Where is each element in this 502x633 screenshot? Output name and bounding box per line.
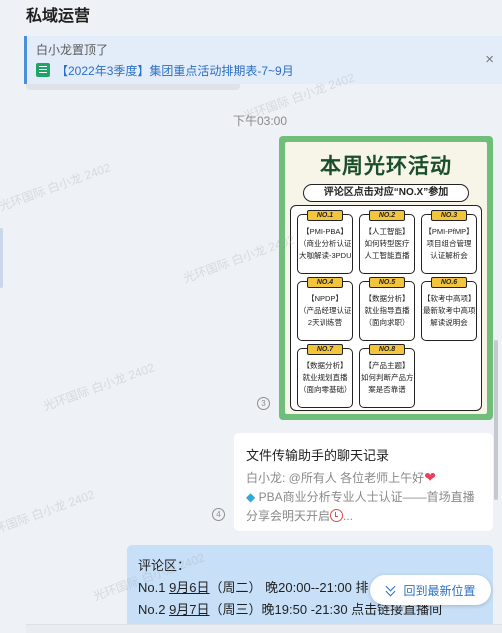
activity-number-tag: NO.7 — [307, 344, 343, 355]
input-area-edge — [26, 624, 502, 633]
activity-text-line: （面向求职） — [364, 318, 410, 327]
activity-text-line: 【数据分析】 — [302, 361, 348, 370]
activity-text-line: 案是否靠谱 — [368, 385, 406, 394]
activity-text-line: 如何转型医疗 — [364, 239, 410, 248]
comment-heading: 评论区： — [138, 558, 191, 573]
scrollbar-thumb[interactable] — [494, 340, 498, 500]
date-link[interactable]: 9月6日 — [169, 580, 209, 595]
reply-count-badge[interactable]: 4 — [212, 508, 225, 521]
activity-number-tag: NO.6 — [431, 277, 467, 288]
chat-title[interactable]: 私域运营 — [26, 2, 90, 26]
activity-text-line: （产品经理认证） — [299, 306, 351, 315]
activity-text-line: 最新软考中高项 — [423, 306, 475, 315]
diamond-icon: ◆ — [246, 490, 256, 504]
activity-text-line: 【人工智能】 — [364, 227, 410, 236]
poster-activity-item: NO.5 【数据分析】 就业指导直播 （面向求职） — [359, 277, 415, 341]
date-link[interactable]: 9月7日 — [169, 602, 209, 617]
activity-text-line: 解读说明会 — [430, 318, 468, 327]
message-timestamp: 下午03:00 — [232, 114, 288, 128]
activity-text-line: 【PMI-PBA】 — [302, 227, 348, 236]
activity-text-line: 就业指导直播 — [364, 306, 410, 315]
pinned-doc-row[interactable]: 【2022年3季度】集团重点活动排期表-7~9月 — [36, 61, 294, 79]
close-icon[interactable]: × — [485, 51, 494, 68]
activity-text-line: 人工智能直播 — [364, 251, 410, 260]
activity-text-line: 认证解析会 — [430, 251, 468, 260]
activity-poster: 本周光环活动 评论区点击对应“NO.X”参加 NO.1 【PMI-PBA】 （商业分… — [279, 136, 493, 420]
jump-to-latest-label: 回到最新位置 — [403, 583, 476, 598]
poster-activity-item: NO.8 【产品主题】 如何判断产品方 案是否靠谱 — [359, 344, 415, 408]
sidebar-edge — [0, 228, 3, 288]
pinned-by-label: 白小龙置顶了 — [36, 43, 109, 57]
poster-subtitle: 评论区点击对应“NO.X”参加 — [303, 184, 469, 202]
activity-text-line: 【NPDP】 — [307, 294, 343, 303]
poster-activity-item: NO.1 【PMI-PBA】 （商业分析认证） 大咖解读-3PDU — [297, 210, 353, 274]
watermark: 光环国际 白小龙 2402 — [0, 487, 97, 541]
watermark: 光环国际 白小龙 2402 — [41, 360, 157, 414]
alarm-clock-icon — [330, 509, 344, 522]
chat-history-card[interactable]: 文件传输助手的聊天记录 白小龙: @所有人 各位老师上午好❤ ◆ PBA商业分析… — [234, 433, 493, 531]
activity-text-line: 【软考中高项】 — [423, 294, 475, 303]
chat-header: 私域运营 — [0, 0, 502, 36]
comment-row: No.1 9月6日（周二） 晚20:00--21:00 排 — [138, 580, 369, 595]
activity-text-line: 【数据分析】 — [364, 294, 410, 303]
poster-activity-item: NO.7 【数据分析】 就业规划直播 （面向零基础） — [297, 344, 353, 408]
pinned-message-bar[interactable]: 白小龙置顶了 【2022年3季度】集团重点活动排期表-7~9月 × — [24, 36, 502, 84]
double-chevron-down-icon — [385, 584, 397, 596]
activity-text-line: 【PMI-PfMP】 — [424, 227, 474, 236]
activity-number-tag: NO.4 — [307, 277, 343, 288]
heart-icon: ❤ — [424, 469, 436, 485]
jump-to-latest-button[interactable]: 回到最新位置 — [370, 575, 491, 605]
image-message[interactable]: 本周光环活动 评论区点击对应“NO.X”参加 NO.1 【PMI-PBA】 （商业分… — [279, 136, 493, 420]
poster-activity-item: NO.2 【人工智能】 如何转型医疗 人工智能直播 — [359, 210, 415, 274]
activity-text-line: 2天训练营 — [307, 318, 343, 327]
activity-text-line: 大咖解读-3PDU — [299, 251, 351, 260]
card-preview-line: 白小龙: @所有人 各位老师上午好❤ — [246, 469, 436, 485]
activity-number-tag: NO.2 — [369, 210, 405, 221]
chat-window: 私域运营 白小龙置顶了 【2022年3季度】集团重点活动排期表-7~9月 × 下… — [0, 0, 502, 633]
card-title: 文件传输助手的聊天记录 — [246, 448, 390, 463]
activity-text-line: （商业分析认证） — [299, 239, 351, 248]
card-preview-line: 分享会明天开启... — [246, 509, 354, 523]
poster-title: 本周光环活动 — [320, 155, 452, 178]
pinned-doc-link[interactable]: 【2022年3季度】集团重点活动排期表-7~9月 — [56, 62, 294, 79]
card-preview-line: ◆ PBA商业分析专业人士认证——首场直播 — [246, 490, 475, 504]
activity-number-tag: NO.3 — [431, 210, 467, 221]
activity-text-line: 【产品主题】 — [364, 361, 410, 370]
activity-number-tag: NO.8 — [369, 344, 405, 355]
poster-activity-item: NO.4 【NPDP】 （产品经理认证） 2天训练营 — [297, 277, 353, 341]
activity-text-line: 就业规划直播 — [302, 373, 348, 382]
poster-activity-grid: NO.1 【PMI-PBA】 （商业分析认证） 大咖解读-3PDU NO.2 【人工智能】… — [290, 205, 482, 411]
activity-text-line: （面向零基础） — [299, 385, 351, 394]
activity-number-tag: NO.1 — [307, 210, 343, 221]
activity-text-line: 如何判断产品方 — [361, 373, 413, 382]
reply-count-badge[interactable]: 3 — [257, 397, 270, 410]
watermark: 光环国际 白小龙 2402 — [0, 160, 113, 214]
activity-text-line: 项目组合管理 — [426, 239, 472, 248]
spreadsheet-icon — [36, 63, 50, 77]
previous-message-bubble — [26, 84, 240, 90]
poster-activity-item: NO.6 【软考中高项】 最新软考中高项 解读说明会 — [421, 277, 477, 341]
activity-number-tag: NO.5 — [369, 277, 405, 288]
poster-activity-item: NO.3 【PMI-PfMP】 项目组合管理 认证解析会 — [421, 210, 477, 274]
